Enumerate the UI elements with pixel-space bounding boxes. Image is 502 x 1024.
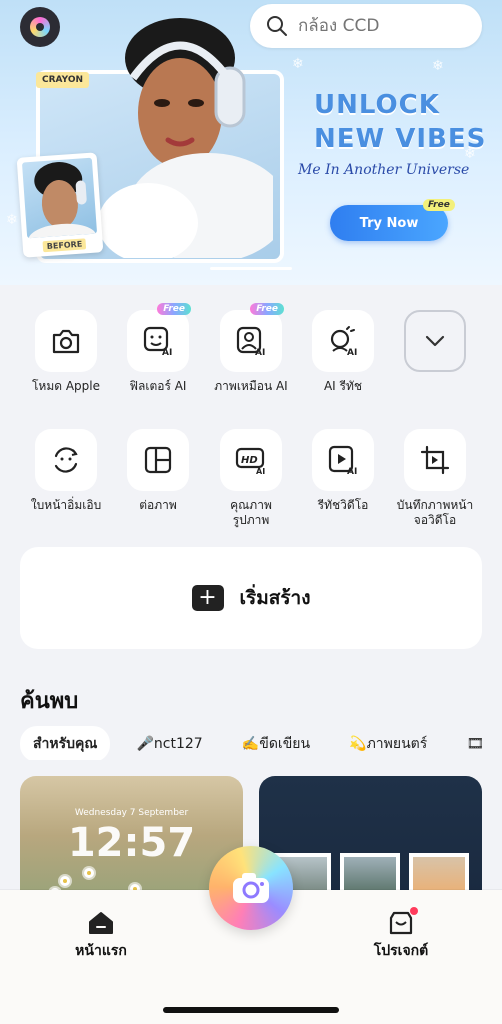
video-ai-icon: AI (328, 445, 357, 476)
camera-icon (52, 329, 80, 354)
lockscreen-date: Wednesday 7 September (74, 808, 189, 818)
tab-home-label: หน้าแรก (75, 943, 127, 959)
carousel-indicator (210, 267, 292, 270)
face-refresh-icon (54, 447, 78, 473)
chevron-down-icon (425, 335, 445, 347)
svg-text:AI: AI (255, 348, 265, 357)
tool-face-plump[interactable]: ใบหน้าอิ่มเอิบ (20, 429, 112, 513)
free-badge: Free (250, 303, 284, 315)
ai-filter-icon: AI (143, 326, 172, 357)
chip-doodle[interactable]: ✍️ขีดเขียน (229, 726, 323, 760)
discover-title: ค้นพบ (20, 689, 79, 714)
tool-collage[interactable]: ต่อภาพ (112, 429, 204, 513)
svg-text:AI: AI (347, 467, 357, 476)
tool-label: ฟิลเตอร์ AI (129, 379, 187, 393)
tool-label: โหมด Apple (31, 379, 101, 393)
camera-fab-button[interactable] (209, 846, 293, 930)
camera-icon (233, 873, 269, 903)
screen-record-icon (420, 445, 450, 475)
tool-label: รีทัชวิดีโอ (317, 498, 369, 512)
flower-decoration (60, 876, 70, 886)
tool-label: ใบหน้าอิ่มเอิบ (30, 498, 102, 512)
svg-text:AI: AI (256, 467, 265, 475)
hd-ai-icon: HD AI (235, 447, 265, 475)
tool-image-quality[interactable]: HD AI คุณภาพ รูปภาพ (205, 429, 297, 528)
search-icon (267, 16, 287, 36)
chip-movie[interactable]: 💫ภาพยนตร์ (336, 726, 440, 760)
ai-retouch-icon: AI (330, 326, 357, 357)
before-tag: BEFORE (42, 238, 87, 253)
ai-portrait-icon: AI (236, 326, 265, 357)
portrait-illustration (98, 18, 273, 258)
app-logo[interactable] (20, 7, 60, 47)
before-photo-frame: BEFORE (16, 152, 104, 258)
plus-icon: + (191, 585, 224, 611)
tool-ai-retouch[interactable]: AI AI รีทัช (297, 310, 389, 394)
tab-home[interactable]: หน้าแรก (70, 910, 132, 962)
svg-text:AI: AI (347, 348, 357, 357)
start-create-button[interactable]: + เริ่มสร้าง (20, 547, 482, 649)
chip-more[interactable]: 🎞 (453, 729, 497, 759)
notification-dot (410, 907, 418, 915)
search-bar[interactable] (250, 4, 482, 48)
crayon-tag: CRAYON (36, 72, 90, 88)
tab-projects-label: โปรเจกต์ (373, 943, 429, 959)
banner-headline: UNLOCK NEW VIBES (314, 90, 487, 154)
tool-label: ภาพเหมือน AI (214, 379, 288, 393)
tool-video-retouch[interactable]: AI รีทัชวิดีโอ (297, 429, 389, 513)
flower-decoration (84, 868, 94, 878)
discover-card[interactable] (259, 776, 482, 896)
banner-subline: Me In Another Universe (298, 162, 470, 178)
snowflake-decoration: ❄ (292, 56, 304, 72)
tool-ai-filter[interactable]: Free AI ฟิลเตอร์ AI (112, 303, 204, 394)
free-badge: Free (423, 199, 455, 211)
chip-nct127[interactable]: 🎤nct127 (124, 729, 216, 759)
home-indicator (163, 1007, 339, 1013)
tool-apple-mode[interactable]: โหมด Apple (20, 310, 112, 394)
collage-icon (144, 446, 172, 474)
svg-text:HD: HD (241, 455, 258, 466)
tool-ai-portrait[interactable]: Free AI ภาพเหมือน AI (205, 303, 297, 394)
start-create-label: เริ่มสร้าง (239, 587, 311, 609)
tab-projects[interactable]: โปรเจกต์ (366, 907, 436, 962)
expand-tools-button[interactable] (389, 310, 481, 372)
free-badge: Free (157, 303, 191, 315)
tool-label: AI รีทัช (323, 379, 363, 393)
home-icon (89, 912, 113, 934)
chip-for-you[interactable]: สำหรับคุณ (20, 726, 111, 760)
snowflake-decoration: ❄ (432, 58, 444, 74)
tool-label: ต่อภาพ (139, 498, 177, 512)
tool-screen-record[interactable]: บันทึกภาพหน้า จอวิดีโอ (389, 429, 481, 528)
discover-chips: สำหรับคุณ 🎤nct127 ✍️ขีดเขียน 💫ภาพยนตร์ 🎞 (20, 726, 502, 760)
search-input[interactable] (296, 15, 470, 37)
lockscreen-time: 12:57 (67, 820, 196, 866)
svg-text:AI: AI (162, 348, 172, 357)
snowflake-decoration: ❄ (6, 212, 18, 228)
tool-label: คุณภาพ รูปภาพ (230, 498, 272, 527)
tool-label: บันทึกภาพหน้า จอวิดีโอ (396, 498, 474, 527)
